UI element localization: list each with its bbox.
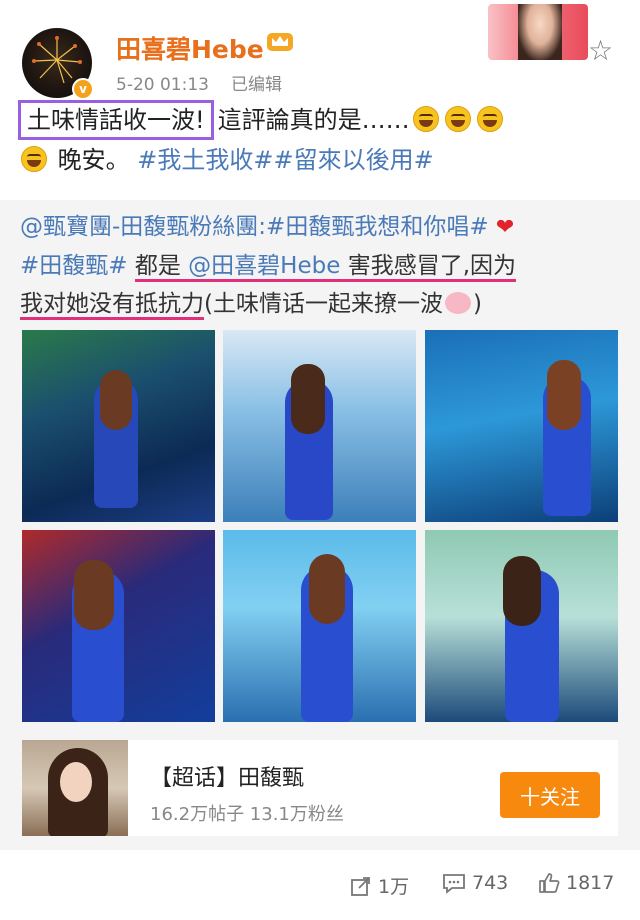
laugh-emoji-icon [476, 106, 503, 132]
like-button[interactable]: 1817 [538, 872, 614, 894]
photo-thumbnail[interactable] [223, 330, 416, 522]
mention-link[interactable]: @田喜碧Hebe [188, 253, 340, 279]
verified-badge: v [72, 78, 94, 100]
hashtag-link[interactable]: #我土我收##留來以後用# [137, 146, 433, 174]
repost-text-c: 因为 [470, 253, 516, 279]
post-header: v 田喜碧Hebe 5-20 01:13 已编辑 ☆ [0, 0, 640, 105]
comment-count: 743 [472, 872, 509, 894]
repost-source-link[interactable]: @甄寶團-田馥甄粉絲團:#田馥甄我想和你唱# [20, 214, 489, 240]
photo-thumbnail[interactable] [425, 330, 618, 522]
repost-text-paren: (土味情话一起来撩一波 [204, 291, 443, 317]
repost-text-underlined: 我对她没有抵抗力 [20, 291, 204, 320]
star-icon[interactable]: ☆ [588, 34, 613, 67]
photo-thumbnail[interactable] [22, 530, 215, 722]
post-meta: 5-20 01:13 已编辑 [116, 70, 282, 95]
post-text-2: 晚安。 [57, 146, 130, 174]
pig-emoji-icon [444, 292, 471, 314]
banner-portrait [518, 4, 562, 60]
repost-text-end: ) [472, 291, 482, 317]
like-count: 1817 [566, 872, 615, 894]
repost-text-a: 都是 [134, 253, 181, 279]
repost-button[interactable]: 1万 [350, 872, 409, 899]
reposted-content[interactable]: @甄寶團-田馥甄粉絲團:#田馥甄我想和你唱# ❤ #田馥甄# 都是 @田喜碧He… [0, 200, 640, 850]
laugh-emoji-icon [444, 106, 471, 132]
thumbs-up-icon [539, 873, 560, 893]
repost-text-b: 害我感冒了, [347, 253, 470, 279]
super-topic-card[interactable]: 【超话】田馥甄 16.2万帖子 13.1万粉丝 十关注 [22, 740, 618, 836]
follow-button[interactable]: 十关注 [500, 772, 600, 818]
comment-icon [443, 874, 465, 894]
photo-thumbnail[interactable] [22, 330, 215, 522]
repost-count: 1万 [378, 876, 410, 898]
username[interactable]: 田喜碧Hebe [116, 30, 264, 66]
highlighted-text: 土味情話收一波! [18, 100, 214, 140]
post-body: 土味情話收一波! 這評論真的是…… 晚安。 #我土我收##留來以後用# [18, 100, 618, 180]
card-thumbnail [22, 740, 128, 836]
post-time: 5-20 01:13 [116, 75, 209, 95]
heart-icon: ❤ [495, 215, 515, 240]
share-icon [351, 876, 370, 896]
photo-thumbnail[interactable] [425, 530, 618, 722]
action-bar: 1万 743 1817 [0, 860, 640, 910]
laugh-emoji-icon [21, 146, 47, 172]
decoration-banner [488, 4, 588, 60]
crown-icon [267, 33, 293, 51]
comment-button[interactable]: 743 [442, 872, 508, 894]
post-text-1: 這評論真的是…… [217, 106, 410, 134]
laugh-emoji-icon [412, 106, 439, 132]
repost-text: @甄寶團-田馥甄粉絲團:#田馥甄我想和你唱# ❤ #田馥甄# 都是 @田喜碧He… [20, 208, 625, 323]
card-title: 【超话】田馥甄 [150, 766, 305, 791]
photo-thumbnail[interactable] [223, 530, 416, 722]
edited-label[interactable]: 已编辑 [231, 75, 282, 95]
hashtag-link[interactable]: #田馥甄# [20, 253, 128, 279]
card-stats: 16.2万帖子 13.1万粉丝 [150, 804, 344, 825]
